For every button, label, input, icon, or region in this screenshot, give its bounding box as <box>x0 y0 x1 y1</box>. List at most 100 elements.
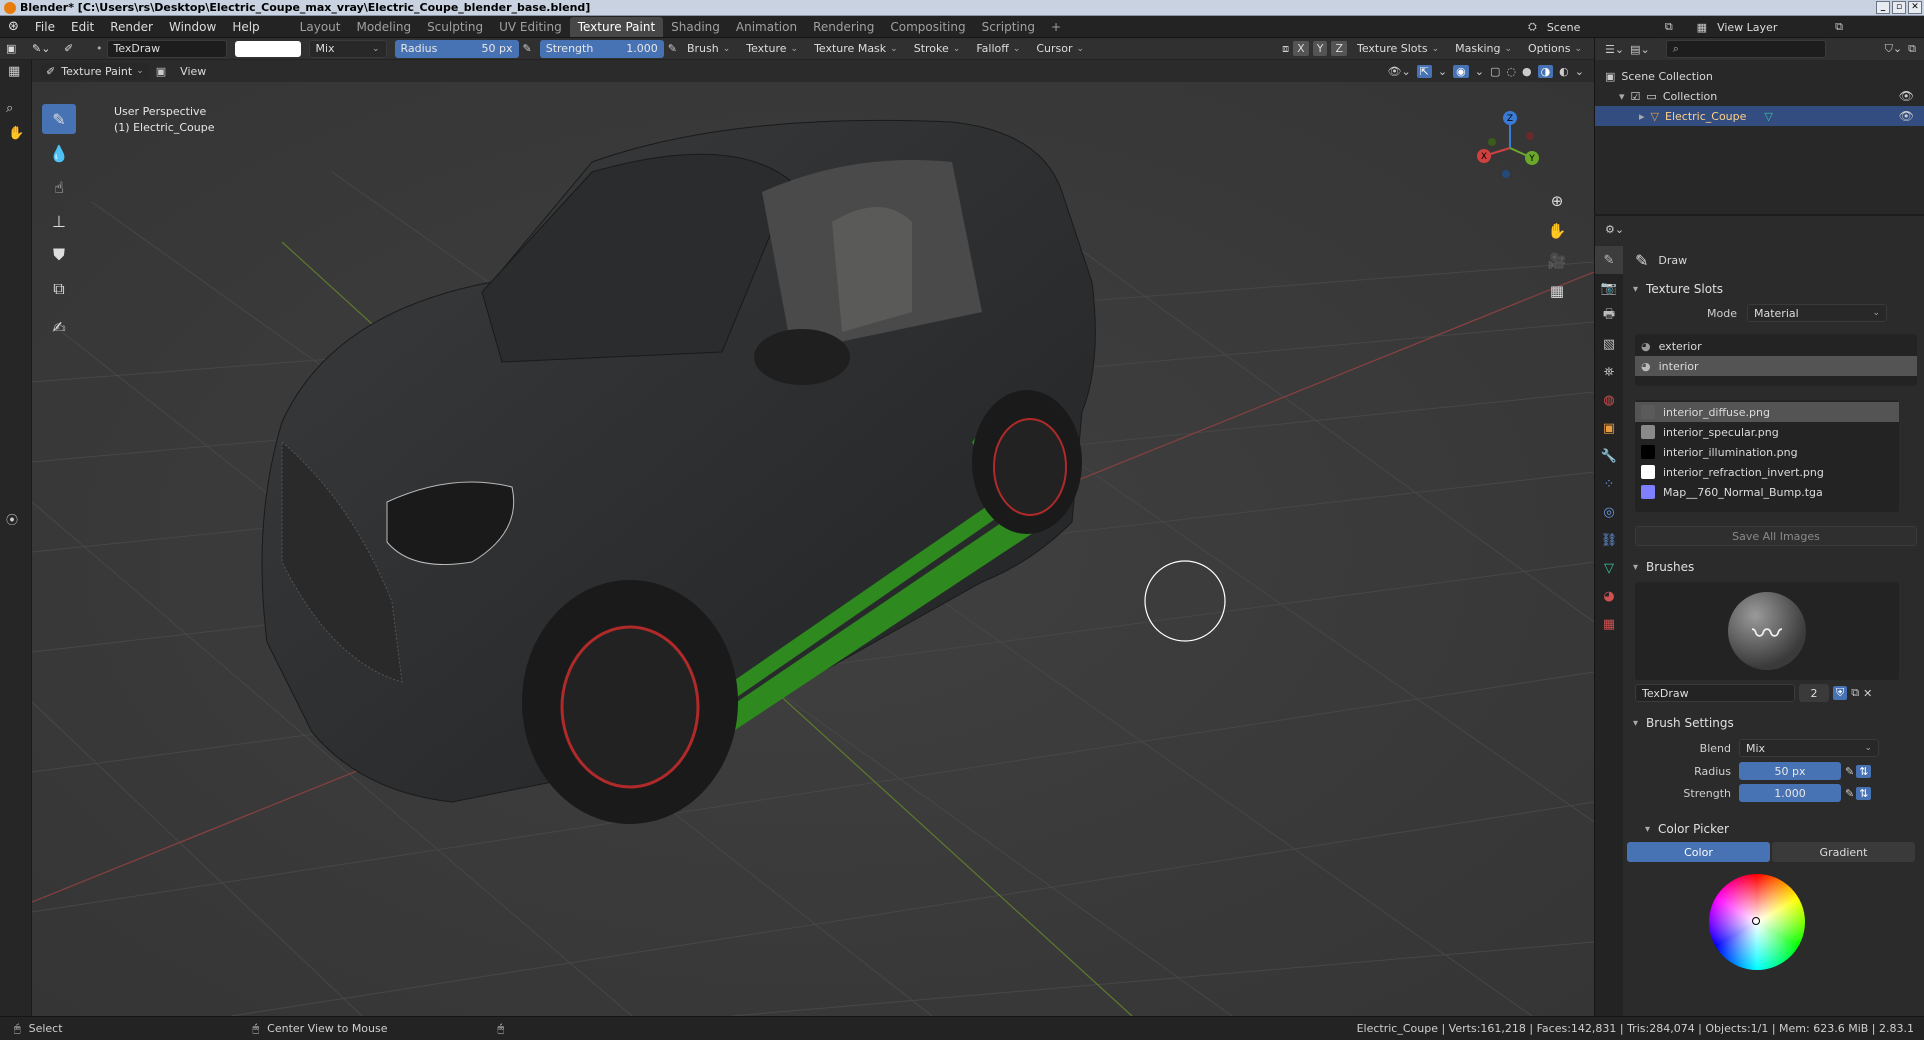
ortho-toggle-icon[interactable]: ▦ <box>1546 282 1568 304</box>
outliner-editor-icon[interactable]: ☰⌄ <box>1605 43 1624 56</box>
material-tab-icon[interactable]: ◕ <box>1595 582 1623 610</box>
display-mode-icon[interactable]: ▤⌄ <box>1630 43 1650 56</box>
menu-help[interactable]: Help <box>224 20 267 34</box>
cursor-menu[interactable]: Cursor <box>1030 40 1090 57</box>
duplicate-brush-icon[interactable]: ⧉ <box>1851 686 1859 700</box>
editor-type-icon[interactable]: ▣ <box>6 42 28 55</box>
menu-edit[interactable]: Edit <box>63 20 102 34</box>
blender-menu-icon[interactable]: ⊛ <box>0 19 27 34</box>
object-tab-icon[interactable]: ▣ <box>1595 414 1623 442</box>
xray-toggle-icon[interactable]: ▢ <box>1490 65 1500 78</box>
add-workspace-button[interactable]: + <box>1043 17 1069 37</box>
outliner-collection[interactable]: ▾ ☑ ▭ Collection 👁 <box>1595 86 1924 106</box>
material-slot-interior[interactable]: ◕ interior <box>1635 356 1917 376</box>
mask-tool-button[interactable]: ⧉ <box>42 274 76 304</box>
rendered-shading-icon[interactable]: ◐ <box>1559 65 1569 78</box>
overlay-toggle-icon[interactable]: ◉ <box>1453 64 1469 78</box>
texture-slots-panel-header[interactable]: Texture Slots <box>1627 278 1924 300</box>
particles-tab-icon[interactable]: ⁘ <box>1595 470 1623 498</box>
mode-dropdown[interactable]: ✐ Texture Paint <box>40 62 150 80</box>
zoom-icon[interactable]: ⌕ <box>0 83 31 116</box>
camera-view-icon[interactable]: 🎥 <box>1546 252 1568 274</box>
tab-rendering[interactable]: Rendering <box>805 17 882 37</box>
collection-checkbox[interactable]: ☑ <box>1631 90 1641 103</box>
strength-pressure-icon[interactable]: ✎ <box>1845 787 1854 800</box>
mask-toggle-icon[interactable]: ▣ <box>156 65 166 78</box>
texture-tab-icon[interactable]: ▦ <box>1595 610 1623 638</box>
menu-window[interactable]: Window <box>161 20 224 34</box>
image-slot-normal-bump[interactable]: Map__760_Normal_Bump.tga <box>1635 482 1899 502</box>
mirror-z-toggle[interactable]: Z <box>1331 41 1347 56</box>
color-picker-panel-header[interactable]: Color Picker <box>1627 818 1924 840</box>
image-slot-diffuse[interactable]: interior_diffuse.png <box>1635 402 1899 422</box>
viewport-editor-icon[interactable]: ▦ <box>0 60 31 83</box>
strength-unit-icon[interactable]: ⇅ <box>1856 786 1872 800</box>
3d-viewport[interactable]: User Perspective (1) Electric_Coupe <box>32 82 1594 1016</box>
material-slot-exterior[interactable]: ◕ exterior <box>1635 336 1917 356</box>
overlay-dropdown-icon[interactable]: ⌄ <box>1475 65 1484 78</box>
fill-tool-button[interactable]: ⛊ <box>42 240 76 270</box>
modifier-tab-icon[interactable]: 🔧 <box>1595 442 1623 470</box>
close-button[interactable]: ✕ <box>1908 1 1922 14</box>
image-slot-illumination[interactable]: interior_illumination.png <box>1635 442 1899 462</box>
texture-menu[interactable]: Texture <box>740 40 804 57</box>
new-collection-icon[interactable]: ⧉ <box>1908 42 1916 56</box>
hand-icon[interactable]: ✋ <box>0 116 31 141</box>
wireframe-shading-icon[interactable]: ◌ <box>1506 65 1516 78</box>
color-wheel-cursor[interactable] <box>1752 917 1760 925</box>
view-layer-tab-icon[interactable]: ▧ <box>1595 330 1623 358</box>
pan-view-icon[interactable]: ✋ <box>1546 222 1568 244</box>
image-slot-refraction[interactable]: interior_refraction_invert.png <box>1635 462 1899 482</box>
outliner-search-input[interactable]: ⌕ <box>1665 40 1826 58</box>
tab-sculpting[interactable]: Sculpting <box>419 17 491 37</box>
tab-gradient[interactable]: Gradient <box>1772 842 1915 862</box>
color-wheel[interactable] <box>1709 874 1805 970</box>
tab-compositing[interactable]: Compositing <box>882 17 973 37</box>
fake-user-shield-icon[interactable]: ⛨ <box>1833 686 1848 700</box>
tab-layout[interactable]: Layout <box>292 17 349 37</box>
blend-mode-dropdown[interactable]: Mix <box>308 39 387 58</box>
texture-slots-menu[interactable]: Texture Slots <box>1351 40 1445 57</box>
brush-color-swatch[interactable] <box>234 40 301 57</box>
mirror-x-toggle[interactable]: X <box>1293 41 1309 56</box>
tab-modeling[interactable]: Modeling <box>348 17 419 37</box>
brush-preview-box[interactable]: 〰 <box>1635 582 1899 680</box>
brush-radius-field[interactable]: 50 px <box>1739 762 1841 780</box>
strength-field[interactable]: Strength 1.000 <box>539 39 664 58</box>
collection-visibility-icon[interactable]: 👁 <box>1899 89 1914 103</box>
mode-dropdown[interactable]: Material <box>1746 304 1887 322</box>
masking-menu[interactable]: Masking <box>1449 40 1518 57</box>
tab-animation[interactable]: Animation <box>728 17 805 37</box>
tab-shading[interactable]: Shading <box>663 17 728 37</box>
radius-pressure-icon[interactable]: ✎ <box>1845 765 1854 778</box>
scene-tab-icon[interactable]: ⛯ <box>1595 358 1623 386</box>
clone-tool-button[interactable]: ⊥ <box>42 206 76 236</box>
new-scene-icon[interactable]: ⧉ <box>1665 20 1673 34</box>
physics-tab-icon[interactable]: ◎ <box>1595 498 1623 526</box>
texture-mask-menu[interactable]: Texture Mask <box>808 40 904 57</box>
tab-scripting[interactable]: Scripting <box>974 17 1043 37</box>
object-visibility-icon[interactable]: 👁 <box>1899 109 1914 123</box>
brush-users-count[interactable]: 2 <box>1799 684 1829 702</box>
view-menu[interactable]: View <box>172 65 214 78</box>
tab-texture-paint[interactable]: Texture Paint <box>569 16 664 37</box>
paint-tool-icon[interactable]: ✎⌄ <box>32 42 60 55</box>
save-all-images-button[interactable]: Save All Images <box>1635 526 1917 546</box>
outliner-object-electric-coupe[interactable]: ▸ ▽ Electric_Coupe ▽ 👁 <box>1595 106 1924 126</box>
solid-shading-icon[interactable]: ● <box>1522 65 1532 78</box>
brush-name-field[interactable]: TexDraw <box>106 39 227 58</box>
shading-dropdown-icon[interactable]: ⌄ <box>1575 65 1584 78</box>
unlink-brush-icon[interactable]: ✕ <box>1863 687 1872 700</box>
brush-blend-dropdown[interactable]: Mix <box>1739 739 1879 757</box>
smear-tool-button[interactable]: ☝ <box>42 172 76 202</box>
gizmo-toggle-icon[interactable]: ⇱ <box>1416 64 1432 78</box>
expand-arrow-icon[interactable]: ▾ <box>1619 90 1625 103</box>
world-tab-icon[interactable]: ◍ <box>1595 386 1623 414</box>
brushes-panel-header[interactable]: Brushes <box>1627 556 1924 578</box>
zoom-view-icon[interactable]: ⊕ <box>1546 192 1568 214</box>
image-slot-specular[interactable]: interior_specular.png <box>1635 422 1899 442</box>
brush-name-input[interactable]: TexDraw <box>1635 684 1795 702</box>
output-tab-icon[interactable]: 🖶 <box>1595 302 1623 330</box>
brush-strength-field[interactable]: 1.000 <box>1739 784 1841 802</box>
gizmo-dropdown-icon[interactable]: ⌄ <box>1438 65 1447 78</box>
